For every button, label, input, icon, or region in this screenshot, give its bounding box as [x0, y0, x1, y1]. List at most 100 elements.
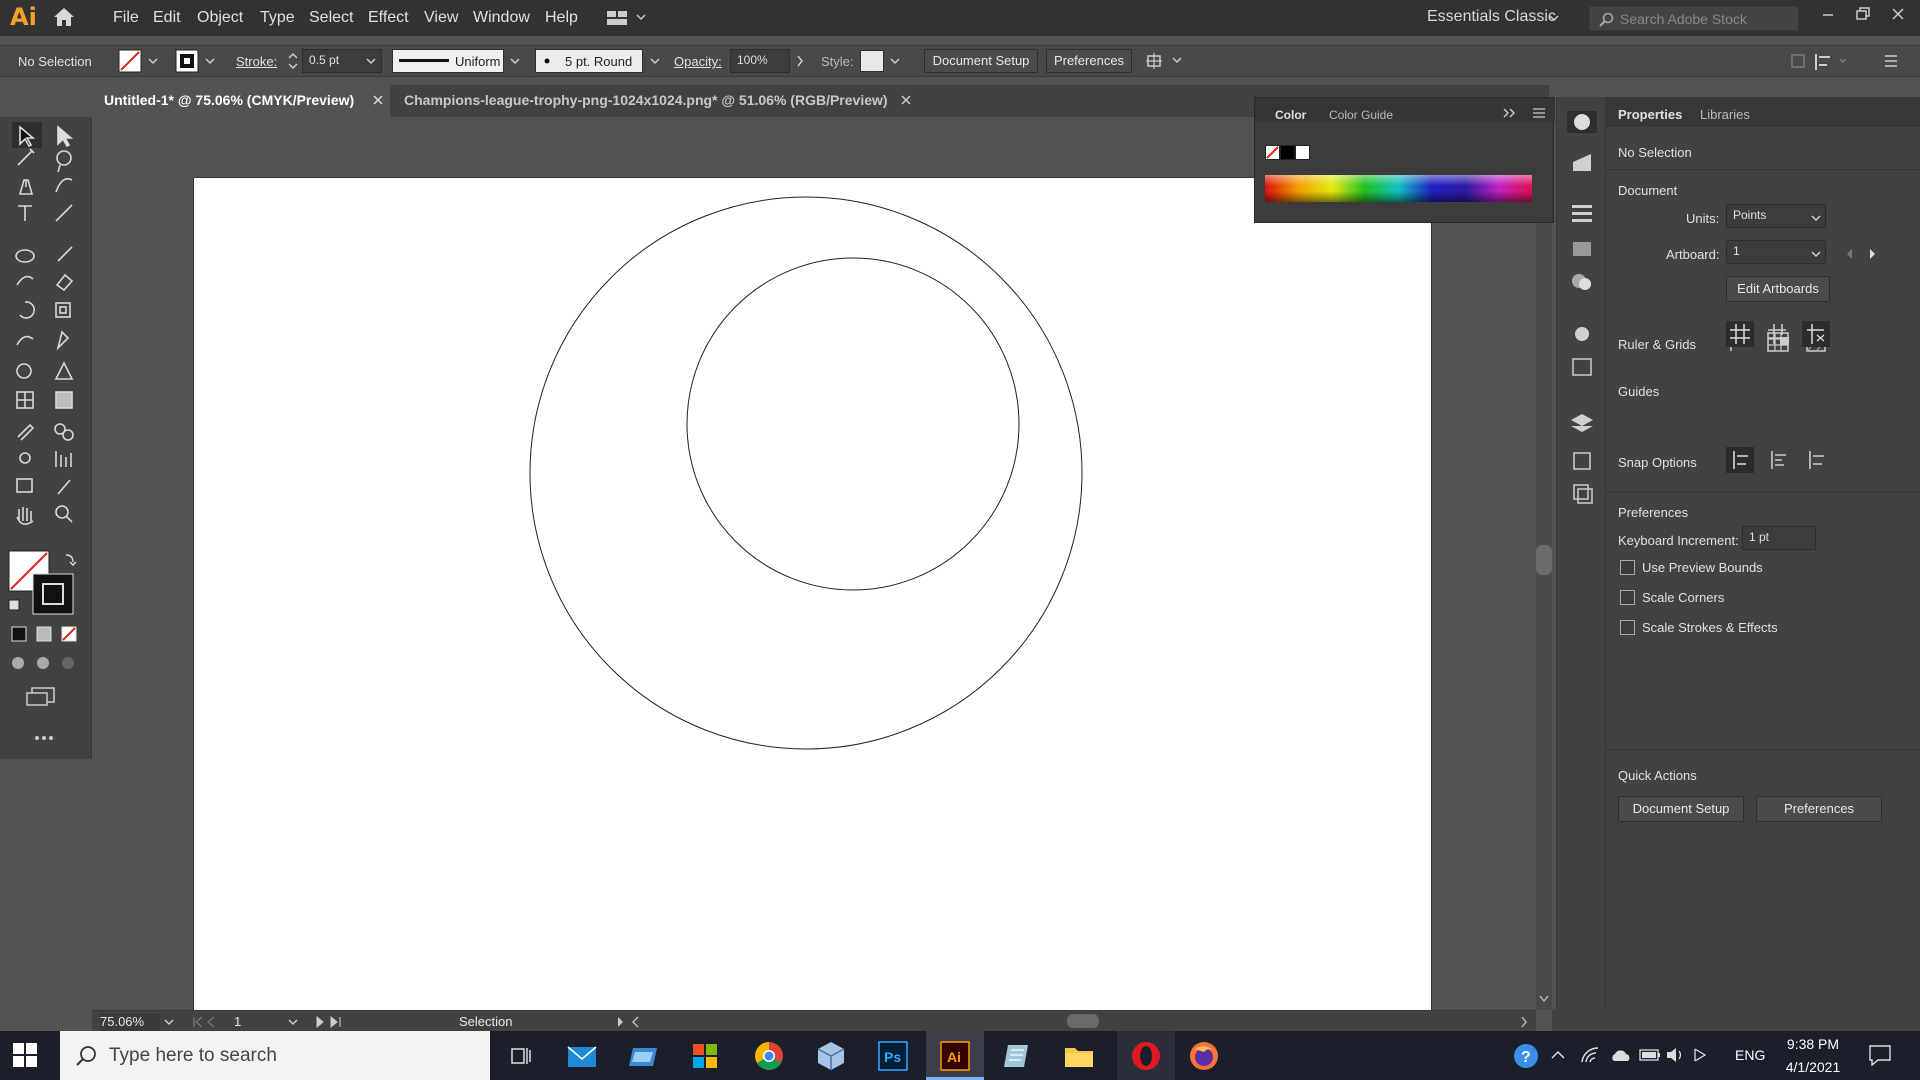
keyboard-increment-input[interactable]: 1 pt [1742, 526, 1816, 550]
scale-corners-label[interactable]: Scale Corners [1642, 590, 1724, 605]
artboard[interactable] [193, 177, 1432, 1011]
zoom-level[interactable]: 75.06% [100, 1014, 160, 1031]
panel-menu-icon[interactable] [1884, 54, 1898, 68]
lock-guides-icon[interactable] [1764, 321, 1792, 347]
help-icon[interactable]: ? [1511, 1041, 1541, 1071]
inner-circle[interactable] [686, 257, 1020, 591]
chevron-down-icon[interactable] [1811, 250, 1821, 258]
tab-close-icon[interactable] [900, 94, 912, 106]
menu-file[interactable]: File [113, 9, 139, 27]
task-view-icon[interactable] [503, 1039, 537, 1073]
tab-properties[interactable]: Properties [1618, 107, 1682, 122]
notification-icon[interactable] [1868, 1044, 1892, 1066]
fill-swatch[interactable] [118, 49, 144, 73]
onedrive-icon[interactable] [1609, 1048, 1631, 1062]
photoshop-icon[interactable]: Ps [876, 1039, 910, 1073]
chevron-down-icon[interactable] [1548, 13, 1560, 23]
artboard-number[interactable]: 1 [234, 1014, 284, 1029]
file-explorer-icon[interactable] [1062, 1039, 1096, 1073]
graphic-style-swatch[interactable] [860, 50, 884, 72]
snap-to-pixel-icon[interactable] [1764, 447, 1792, 473]
document-setup-button[interactable]: Document Setup [924, 49, 1038, 73]
quick-document-setup-button[interactable]: Document Setup [1618, 796, 1744, 822]
clock-time[interactable]: 9:38 PM [1785, 1036, 1841, 1052]
stroke-swatch[interactable] [175, 49, 199, 73]
scroll-down-icon[interactable] [1539, 995, 1549, 1003]
menu-effect[interactable]: Effect [368, 9, 409, 27]
close-button[interactable] [1885, 2, 1911, 28]
color-spectrum[interactable] [1265, 175, 1532, 202]
chevron-down-icon[interactable] [288, 1018, 298, 1026]
white-swatch[interactable] [1295, 145, 1310, 160]
opacity-input[interactable]: 100% [730, 49, 790, 73]
chevron-down-icon[interactable] [650, 57, 660, 65]
tab-libraries[interactable]: Libraries [1700, 107, 1750, 122]
chevron-down-icon[interactable] [366, 57, 376, 65]
use-preview-bounds-label[interactable]: Use Preview Bounds [1642, 560, 1763, 575]
firefox-icon[interactable] [1187, 1039, 1221, 1073]
opacity-label[interactable]: Opacity: [674, 54, 722, 69]
vertical-scrollbar[interactable] [1536, 117, 1552, 1010]
stroke-label[interactable]: Stroke: [236, 54, 277, 69]
menu-object[interactable]: Object [197, 9, 243, 27]
scroll-right-icon[interactable] [1520, 1016, 1528, 1028]
chevron-down-icon[interactable] [1811, 214, 1821, 222]
scale-strokes-checkbox[interactable] [1620, 620, 1635, 635]
menu-view[interactable]: View [424, 9, 458, 27]
menu-edit[interactable]: Edit [153, 9, 181, 27]
stroke-stepper-icon[interactable] [287, 51, 299, 71]
preferences-button[interactable]: Preferences [1046, 49, 1132, 73]
search-adobe-stock[interactable]: Search Adobe Stock [1589, 6, 1799, 31]
arrange-documents-icon[interactable] [606, 9, 646, 27]
show-guides-icon[interactable] [1726, 321, 1754, 347]
scale-strokes-label[interactable]: Scale Strokes & Effects [1642, 620, 1778, 635]
chevron-down-icon[interactable] [205, 57, 215, 65]
language-indicator[interactable]: ENG [1735, 1047, 1765, 1063]
outer-circle[interactable] [529, 196, 1083, 750]
battery-icon[interactable] [1639, 1049, 1661, 1061]
chrome-icon[interactable] [752, 1039, 786, 1073]
transform-icon[interactable] [1145, 51, 1185, 71]
chevron-right-icon[interactable] [796, 55, 804, 67]
tab-color[interactable]: Color [1275, 108, 1306, 122]
opera-icon[interactable] [1129, 1039, 1163, 1073]
tab-color-guide[interactable]: Color Guide [1329, 108, 1393, 122]
scroll-thumb[interactable] [1536, 545, 1552, 575]
menu-window[interactable]: Window [473, 9, 530, 27]
next-artboard-icon[interactable] [1868, 248, 1876, 260]
tab-untitled[interactable]: Untitled-1* @ 75.06% (CMYK/Preview) [92, 85, 390, 117]
menu-type[interactable]: Type [260, 9, 295, 27]
none-swatch[interactable] [1265, 145, 1280, 160]
taskbar-search[interactable]: Type here to search [60, 1031, 490, 1080]
artboard-nav-next-icon[interactable] [314, 1016, 344, 1028]
remote-desktop-icon[interactable] [627, 1039, 661, 1073]
wifi-icon[interactable] [1580, 1046, 1600, 1064]
variable-width-profile[interactable]: Uniform [392, 49, 504, 73]
illustrator-icon[interactable]: Ai [938, 1039, 972, 1073]
show-hidden-icons[interactable] [1551, 1050, 1565, 1060]
virtualbox-icon[interactable] [814, 1039, 848, 1073]
clock-date[interactable]: 4/1/2021 [1782, 1059, 1844, 1075]
tab-close-icon[interactable] [372, 94, 384, 106]
quick-preferences-button[interactable]: Preferences [1756, 796, 1882, 822]
previous-artboard-icon[interactable] [1846, 248, 1854, 260]
chevron-down-icon[interactable] [164, 1018, 174, 1026]
artboard-nav-prev-icon[interactable] [192, 1016, 222, 1028]
microsoft-store-icon[interactable] [688, 1039, 722, 1073]
edit-artboards-button[interactable]: Edit Artboards [1726, 276, 1830, 302]
restore-button[interactable] [1850, 2, 1876, 28]
use-preview-bounds-checkbox[interactable] [1620, 560, 1635, 575]
workspace-switcher[interactable]: Essentials Classic [1427, 8, 1556, 26]
brush-definition[interactable]: 5 pt. Round [535, 49, 643, 73]
status-menu-icon[interactable] [616, 1016, 640, 1028]
input-indicator[interactable] [1692, 1047, 1708, 1063]
home-icon[interactable] [53, 7, 75, 27]
mail-icon[interactable] [565, 1039, 599, 1073]
chevron-down-icon[interactable] [510, 57, 520, 65]
chevron-down-icon[interactable] [890, 57, 900, 65]
collapse-panel-icon[interactable] [1503, 108, 1517, 118]
scale-corners-checkbox[interactable] [1620, 590, 1635, 605]
menu-help[interactable]: Help [545, 9, 578, 27]
minimize-button[interactable] [1815, 2, 1841, 28]
smart-guides-icon[interactable] [1802, 321, 1830, 347]
